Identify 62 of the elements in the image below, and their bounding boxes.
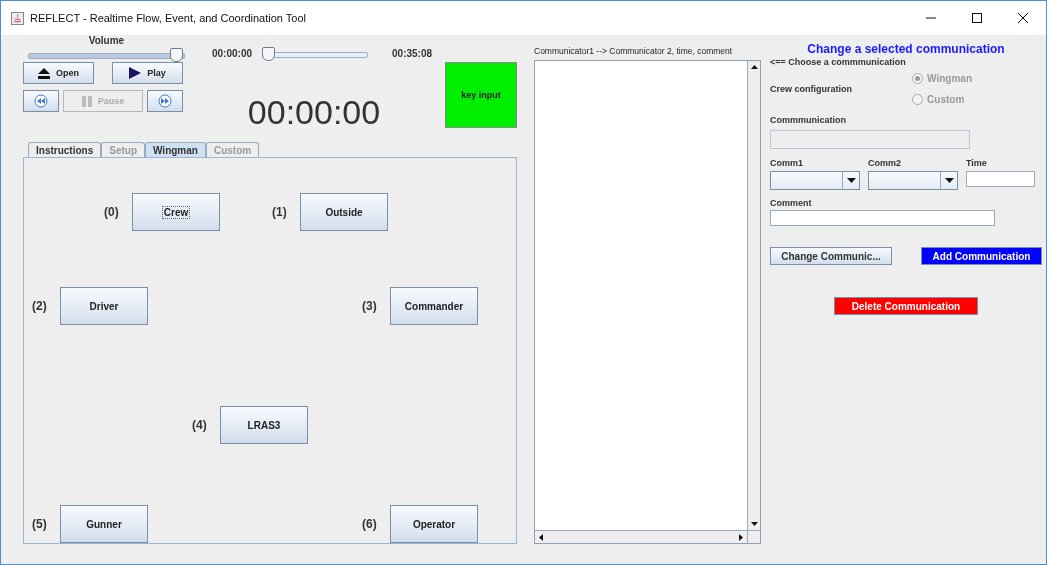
up-arrow-icon[interactable]: [750, 65, 758, 69]
communication-label: Commmunication: [770, 115, 847, 125]
scrollbar-corner: [747, 530, 760, 543]
crew-index: (6): [362, 517, 378, 531]
forward-button[interactable]: [147, 90, 183, 112]
crew-index: (3): [362, 299, 378, 313]
crew-index: (2): [32, 299, 48, 313]
fast-forward-icon: [158, 94, 172, 108]
comm1-dropdown[interactable]: [770, 171, 860, 190]
slider-thumb[interactable]: [169, 48, 183, 62]
comment-field[interactable]: [770, 210, 995, 226]
crew-button[interactable]: Commander: [390, 287, 478, 325]
time-label: Time: [966, 158, 988, 168]
clock-display: 00:00:00: [247, 93, 381, 132]
rewind-icon: [34, 94, 48, 108]
comm2-label: Comm2: [868, 158, 902, 168]
tab[interactable]: Wingman: [145, 142, 206, 157]
crew-index: (1): [272, 205, 288, 219]
list-header: Communicator1 --> Communicator 2, time, comment: [534, 46, 734, 56]
right-arrow-icon[interactable]: [739, 533, 743, 541]
caret-icon: [846, 178, 856, 183]
pause-icon: [81, 95, 92, 107]
volume-label: Volume: [88, 35, 125, 46]
rewind-button[interactable]: [23, 90, 59, 112]
app-icon: [11, 11, 24, 25]
crew-button[interactable]: Driver: [60, 287, 148, 325]
tab[interactable]: Instructions: [28, 142, 102, 157]
end-time: 00:35:08: [392, 48, 433, 59]
crew-configuration-label: Crew configuration: [770, 84, 852, 94]
change-button[interactable]: Change Communic...: [770, 247, 892, 265]
crew-button[interactable]: Crew: [132, 193, 220, 231]
eject-icon: [38, 67, 50, 79]
add-button[interactable]: Add Communication: [921, 247, 1042, 265]
delete-button[interactable]: Delete Communication: [834, 297, 978, 315]
caret-icon: [944, 178, 954, 183]
hint-text: <== Choose a commmunication: [770, 57, 907, 67]
window-title: REFLECT - Realtime Flow, Event, and Coordination Tool: [30, 12, 307, 24]
crew-index: (0): [104, 205, 120, 219]
comment-label: Comment: [770, 198, 813, 208]
left-arrow-icon[interactable]: [539, 533, 543, 541]
editor-title: Change a selected communication: [807, 42, 1005, 56]
crew-button[interactable]: Outside: [300, 193, 388, 231]
crew-index: (4): [192, 418, 208, 432]
comm1-label: Comm1: [770, 158, 804, 168]
close-icon: [1018, 13, 1028, 23]
slider-thumb[interactable]: [262, 46, 276, 61]
down-arrow-icon[interactable]: [750, 522, 758, 526]
play-icon: [129, 67, 142, 79]
key-input-area[interactable]: key input: [445, 62, 517, 128]
horizontal-scrollbar[interactable]: [535, 530, 747, 543]
vertical-scrollbar[interactable]: [747, 61, 760, 530]
comm2-dropdown[interactable]: [868, 171, 958, 190]
crew-button[interactable]: Gunner: [60, 505, 148, 543]
crew-index: (5): [32, 517, 48, 531]
crew-button[interactable]: LRAS3: [220, 406, 308, 444]
play-button[interactable]: Play: [112, 62, 183, 84]
open-button[interactable]: Open: [23, 62, 94, 84]
maximize-icon: [972, 13, 982, 23]
start-time: 00:00:00: [212, 48, 253, 59]
crew-button[interactable]: Operator: [390, 505, 478, 543]
playback-slider[interactable]: [262, 46, 369, 61]
time-field[interactable]: [966, 171, 1035, 187]
